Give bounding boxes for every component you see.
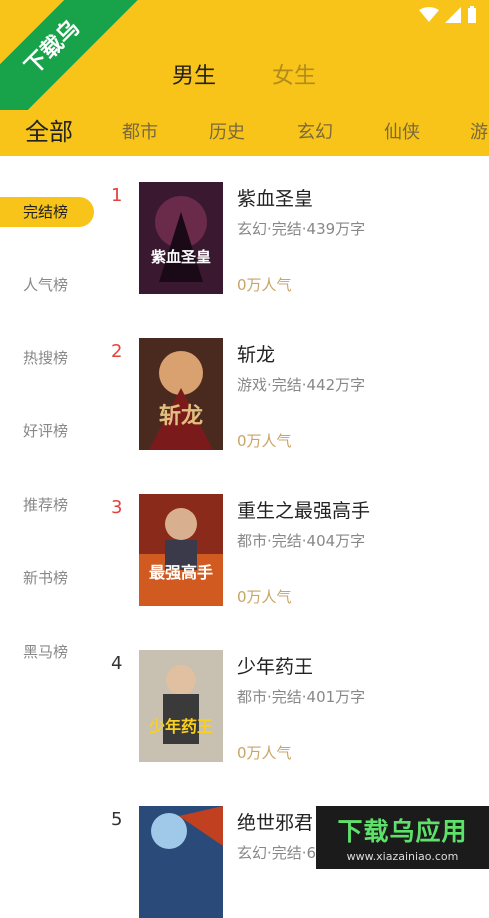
sidebar-item-popular[interactable]: 人气榜 — [0, 270, 94, 300]
ranking-sidebar: 完结榜 人气榜 热搜榜 好评榜 推荐榜 新书榜 黑马榜 — [0, 156, 100, 869]
book-meta: 玄幻·完结·6 — [237, 844, 317, 862]
rank-number: 2 — [111, 341, 123, 362]
category-xianxia[interactable]: 仙侠 — [384, 118, 420, 144]
tab-male[interactable]: 男生 — [172, 58, 216, 90]
book-meta: 都市·完结·401万字 — [237, 688, 366, 706]
cover-title: 斩龙 — [159, 403, 203, 429]
tab-female[interactable]: 女生 — [272, 58, 316, 90]
rank-number: 1 — [111, 185, 123, 206]
watermark-corner-text: 下载乌 — [0, 0, 140, 110]
book-list-item[interactable]: 4 少年药王 少年药王 都市·完结·401万字 0万人气 — [100, 650, 489, 762]
sidebar-item-dark-horse[interactable]: 黑马榜 — [0, 637, 94, 667]
book-meta: 玄幻·完结·439万字 — [237, 220, 366, 238]
rank-number: 3 — [111, 497, 123, 518]
sidebar-item-label: 黑马榜 — [23, 643, 69, 661]
sidebar-item-new-books[interactable]: 新书榜 — [0, 563, 94, 593]
rank-number: 5 — [111, 809, 123, 830]
sidebar-item-top-rated[interactable]: 好评榜 — [0, 416, 94, 446]
book-meta: 都市·完结·404万字 — [237, 532, 366, 550]
book-title: 绝世邪君 — [237, 812, 314, 834]
book-popularity: 0万人气 — [237, 744, 292, 762]
book-list-item[interactable]: 3 最强高手 重生之最强高手 都市·完结·404万字 0万人气 — [100, 494, 489, 606]
book-title: 重生之最强高手 — [237, 500, 371, 522]
category-all[interactable]: 全部 — [25, 112, 73, 147]
category-history[interactable]: 历史 — [209, 118, 245, 144]
wifi-icon — [419, 7, 439, 27]
book-title: 斩龙 — [237, 344, 276, 366]
book-title: 少年药王 — [237, 656, 314, 678]
cover-title: 紫血圣皇 — [151, 248, 211, 266]
sidebar-item-label: 新书榜 — [23, 569, 69, 587]
cover-title: 最强高手 — [149, 563, 213, 582]
category-fantasy[interactable]: 玄幻 — [297, 118, 333, 144]
sidebar-item-recommended[interactable]: 推荐榜 — [0, 490, 94, 520]
category-game[interactable]: 游 — [470, 118, 488, 144]
signal-icon — [445, 7, 461, 27]
book-popularity: 0万人气 — [237, 588, 292, 606]
status-bar — [419, 6, 477, 28]
rank-number: 4 — [111, 653, 123, 674]
book-popularity: 0万人气 — [237, 276, 292, 294]
sidebar-item-label: 人气榜 — [23, 276, 69, 294]
book-cover[interactable]: 斩龙 — [139, 338, 223, 450]
sidebar-item-label: 推荐榜 — [23, 496, 69, 514]
sidebar-item-hot-search[interactable]: 热搜榜 — [0, 343, 94, 373]
category-urban[interactable]: 都市 — [122, 118, 158, 144]
watermark-corner: 下载乌 — [0, 0, 140, 110]
cover-title: 少年药王 — [148, 717, 213, 736]
book-title: 紫血圣皇 — [237, 188, 314, 210]
battery-icon — [467, 6, 477, 28]
watermark-brand: 下载乌应用 — [337, 817, 468, 846]
book-list-item[interactable]: 1 紫血圣皇 紫血圣皇 玄幻·完结·439万字 0万人气 — [100, 182, 489, 294]
book-meta: 游戏·完结·442万字 — [237, 376, 366, 394]
watermark-url: www.xiazainiao.com — [346, 850, 459, 863]
book-cover[interactable] — [139, 806, 223, 918]
sidebar-item-label: 完结榜 — [23, 203, 69, 221]
book-cover[interactable]: 紫血圣皇 — [139, 182, 223, 294]
book-popularity: 0万人气 — [237, 432, 292, 450]
book-cover[interactable]: 最强高手 — [139, 494, 223, 606]
sidebar-item-label: 热搜榜 — [23, 349, 69, 367]
category-tabs: 全部 都市 历史 玄幻 仙侠 游 — [0, 112, 489, 152]
book-cover[interactable]: 少年药王 — [139, 650, 223, 762]
book-list-item[interactable]: 2 斩龙 斩龙 游戏·完结·442万字 0万人气 — [100, 338, 489, 450]
sidebar-item-label: 好评榜 — [23, 422, 69, 440]
watermark-badge: 下载乌应用 www.xiazainiao.com — [316, 806, 489, 869]
sidebar-item-completed[interactable]: 完结榜 — [0, 197, 94, 227]
